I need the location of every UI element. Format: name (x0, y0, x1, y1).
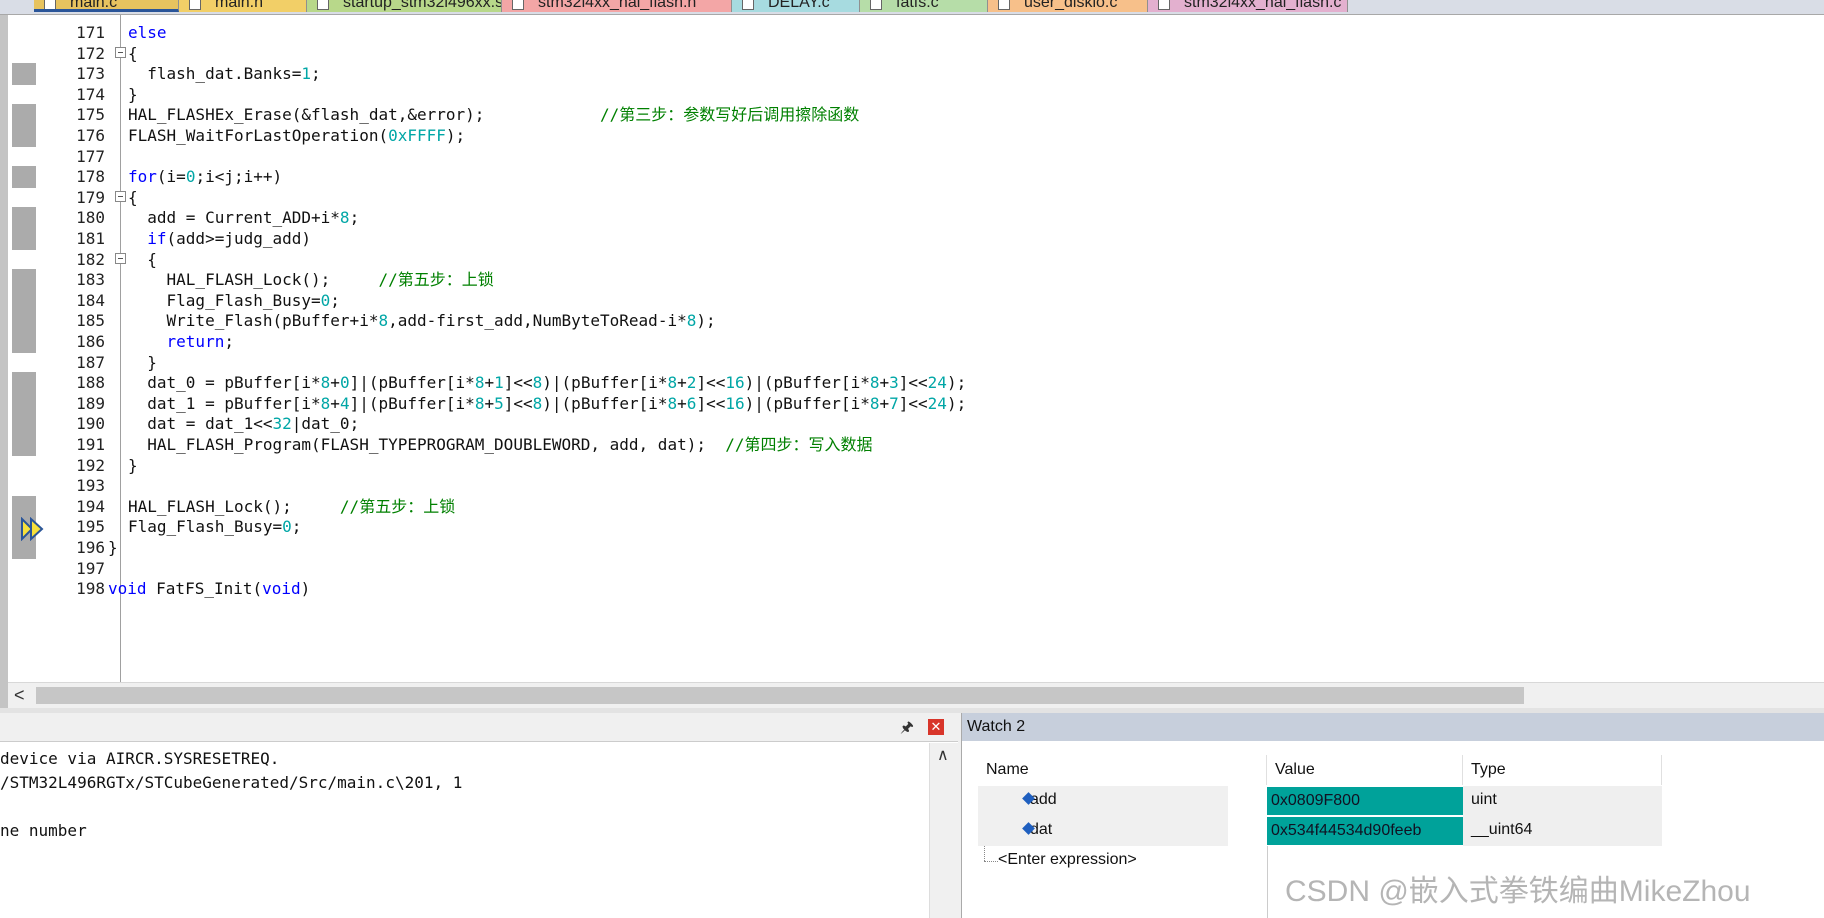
output-panel-header: 🖈 ✕ (0, 713, 958, 742)
tab-label: DELAY.c (768, 0, 830, 11)
file-icon (189, 0, 201, 10)
breakpoint-gutter[interactable] (12, 578, 36, 600)
tab-fatfs-c[interactable]: fatfs.c (860, 0, 988, 12)
code-comment: //第五步：上锁 (339, 496, 456, 516)
watch-type-cell: uint (1463, 786, 1662, 816)
tab-main-c[interactable]: main.c (34, 0, 179, 12)
command-output-panel: 🖈 ✕ device via AIRCR.SYSRESETREQ. /STM32… (0, 713, 958, 918)
output-vertical-scrollbar[interactable]: ∧ (929, 743, 958, 918)
tab-label: user_diskio.c (1024, 0, 1118, 11)
fold-collapse-icon[interactable] (115, 190, 126, 202)
file-icon (512, 0, 524, 10)
code-text: void FatFS_Init(void) (108, 579, 311, 599)
tab-label: fatfs.c (896, 0, 939, 11)
code-comment: //第三步：参数写好后调用擦除函数 (600, 105, 860, 125)
enter-expression-field[interactable]: <Enter expression> (998, 846, 1137, 876)
watermark: CSDN @嵌入式拳铁编曲MikeZhou (1285, 875, 1751, 908)
tab-label: stm32l4xx_hal_flash.h (538, 0, 697, 11)
tab-label: main.c (70, 0, 118, 11)
code-editor[interactable]: 171 else 172{173 flash_dat.Banks=1; 174} 175… (8, 15, 1824, 682)
fold-collapse-icon[interactable] (115, 46, 126, 58)
tab-user-diskio-c[interactable]: user_diskio.c (988, 0, 1148, 12)
scrollbar-thumb[interactable] (36, 687, 1524, 704)
file-icon (742, 0, 754, 10)
output-line: /STM32L496RGTx/STCubeGenerated/Src/main.… (0, 773, 463, 792)
tab-stm32l4xx-hal-flash-c[interactable]: stm32l4xx_hal_flash.c (1148, 0, 1348, 12)
code-comment: //第五步：上锁 (378, 270, 494, 290)
watch-value-cell[interactable]: 0x0809F800 (1267, 787, 1463, 815)
watch-name-cell[interactable]: dat (978, 816, 1228, 846)
watch-name-cell[interactable]: add (978, 786, 1228, 816)
watch-type-cell: __uint64 (1463, 816, 1662, 846)
close-icon[interactable]: ✕ (928, 719, 944, 735)
editor-horizontal-scrollbar[interactable]: < (8, 682, 1824, 708)
tab-delay-c[interactable]: DELAY.c (732, 0, 860, 12)
tab-main-h[interactable]: main.h (179, 0, 307, 12)
line-number: 198 (76, 579, 105, 599)
output-line: ne number (0, 821, 87, 840)
file-icon (998, 0, 1010, 10)
tab-label: main.h (215, 0, 264, 11)
scroll-up-icon[interactable]: ∧ (937, 745, 949, 765)
tab-stm32l4xx-hal-flash-h[interactable]: stm32l4xx_hal_flash.h (502, 0, 732, 12)
output-line: device via AIRCR.SYSRESETREQ. (0, 749, 280, 768)
pin-icon[interactable]: 🖈 (900, 717, 914, 742)
tab-startup-stm32l496xx-s[interactable]: startup_stm32l496xx.s (307, 0, 502, 12)
code-comment: //第四步：写入数据 (725, 435, 873, 454)
editor-tab-bar: main.c main.h startup_stm32l496xx.s stm32l4… (0, 0, 1824, 15)
column-header-value[interactable]: Value (1267, 755, 1463, 785)
watch-panel-title: Watch 2 (967, 718, 1026, 735)
file-icon (870, 0, 882, 10)
column-header-type[interactable]: Type (1463, 755, 1662, 785)
scroll-left-icon[interactable]: < (14, 683, 25, 708)
left-margin-strip (0, 15, 8, 715)
current-execution-arrow-icon (21, 517, 44, 541)
watch-row[interactable]: add 0x0809F800 uint (962, 786, 1662, 816)
code-line[interactable]: 198 void FatFS_Init(void) (8, 577, 1824, 601)
fold-collapse-icon[interactable] (115, 252, 126, 264)
watch-variable-name: add (1030, 791, 1057, 808)
file-icon (1158, 0, 1170, 10)
file-icon (44, 0, 56, 9)
column-divider (1267, 846, 1268, 918)
watch-value-cell[interactable]: 0x534f44534d90feeb (1267, 817, 1463, 845)
tab-label: stm32l4xx_hal_flash.c (1184, 0, 1342, 11)
file-icon (317, 0, 329, 10)
watch-row[interactable]: dat 0x534f44534d90feeb __uint64 (962, 816, 1662, 846)
watch-panel-header: Watch 2 (962, 713, 1824, 741)
column-header-name[interactable]: Name (978, 755, 1267, 785)
tab-label: startup_stm32l496xx.s (343, 0, 502, 11)
